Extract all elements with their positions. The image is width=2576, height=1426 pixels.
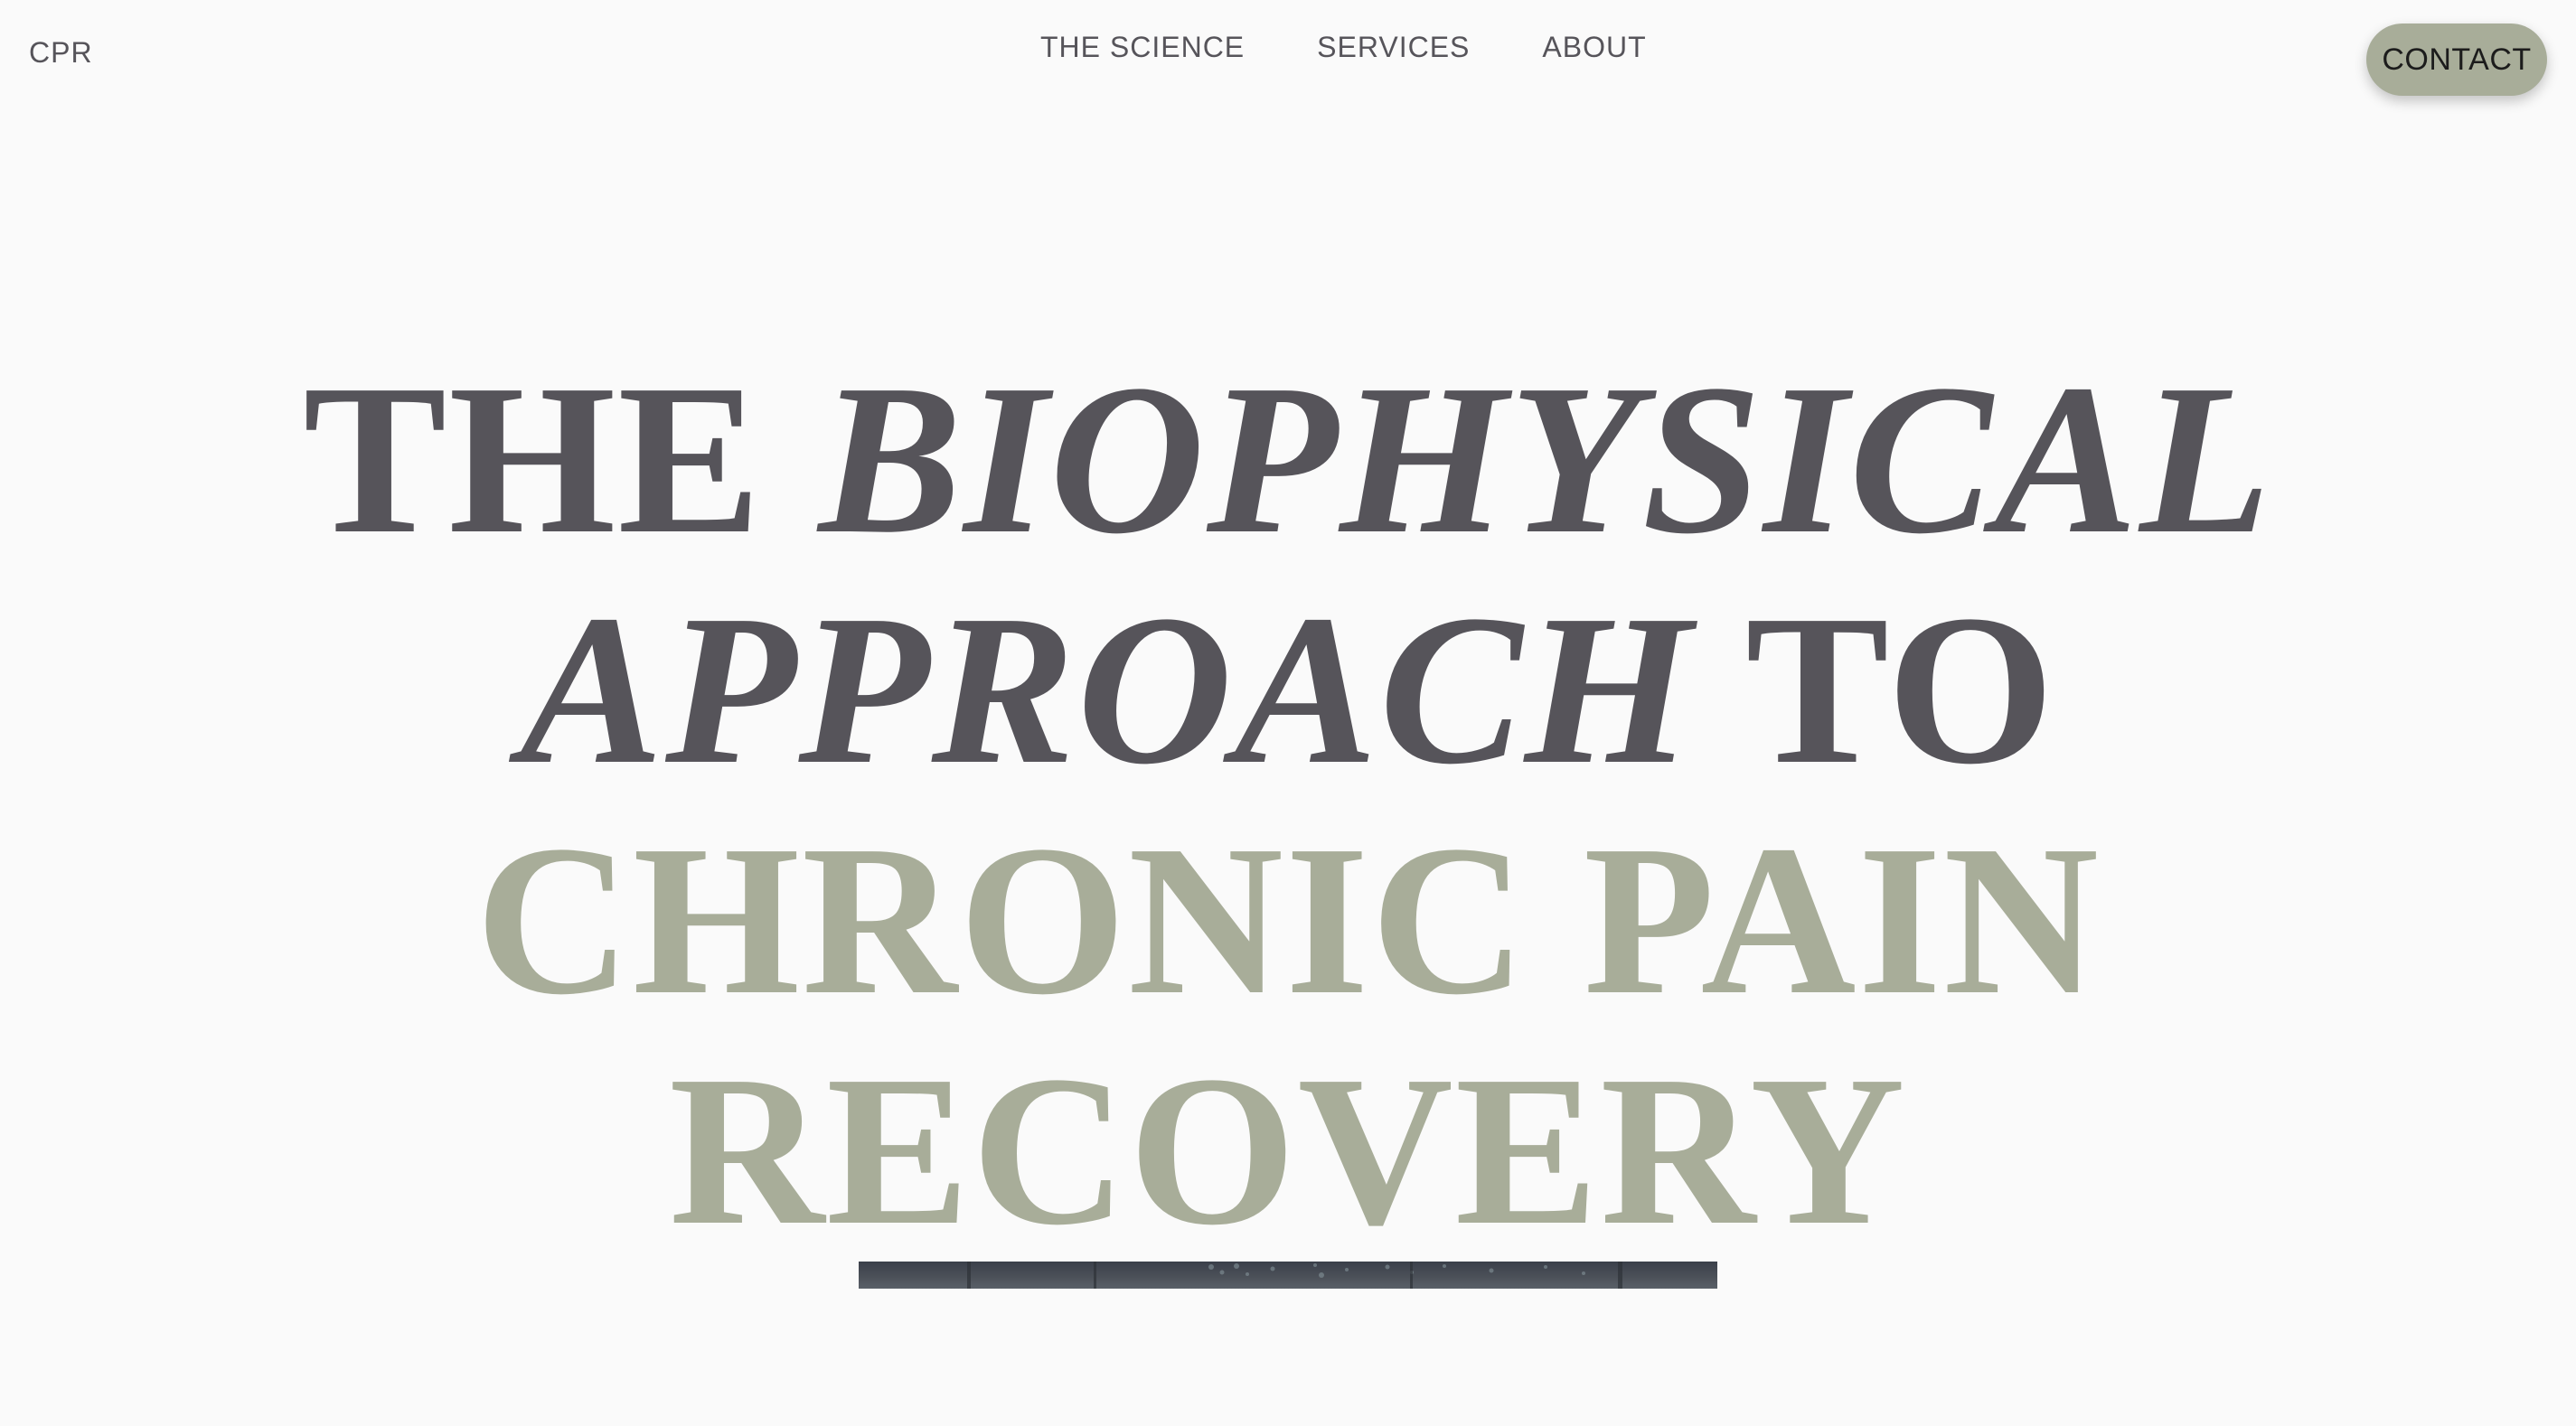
hero-forest-image (859, 1262, 1717, 1289)
hero-word-biophysical: BIOPHYSICAL (818, 341, 2273, 579)
hero-word-the: THE (303, 341, 819, 579)
nav-link-the-science[interactable]: THE SCIENCE (1040, 31, 1245, 64)
hero-word-to: TO (1693, 571, 2056, 810)
forest-canopy-graphic (967, 1262, 1622, 1289)
hero-word-approach: APPROACH (520, 571, 1694, 810)
nav-link-about[interactable]: ABOUT (1542, 31, 1646, 64)
hero-heading: THE BIOPHYSICAL APPROACH TO CHRONIC PAIN… (0, 344, 2576, 1266)
hero-line-2: APPROACH TO (0, 575, 2576, 805)
main-nav: THE SCIENCE SERVICES ABOUT (1040, 31, 1647, 64)
nav-link-services[interactable]: SERVICES (1317, 31, 1470, 64)
contact-button[interactable]: CONTACT (2366, 23, 2547, 96)
site-logo[interactable]: CPR (29, 36, 93, 70)
hero-line-1: THE BIOPHYSICAL (0, 344, 2576, 575)
hero-line-recovery: RECOVERY (669, 1032, 1907, 1271)
hero-line-chronic-pain: CHRONIC PAIN (475, 802, 2101, 1040)
